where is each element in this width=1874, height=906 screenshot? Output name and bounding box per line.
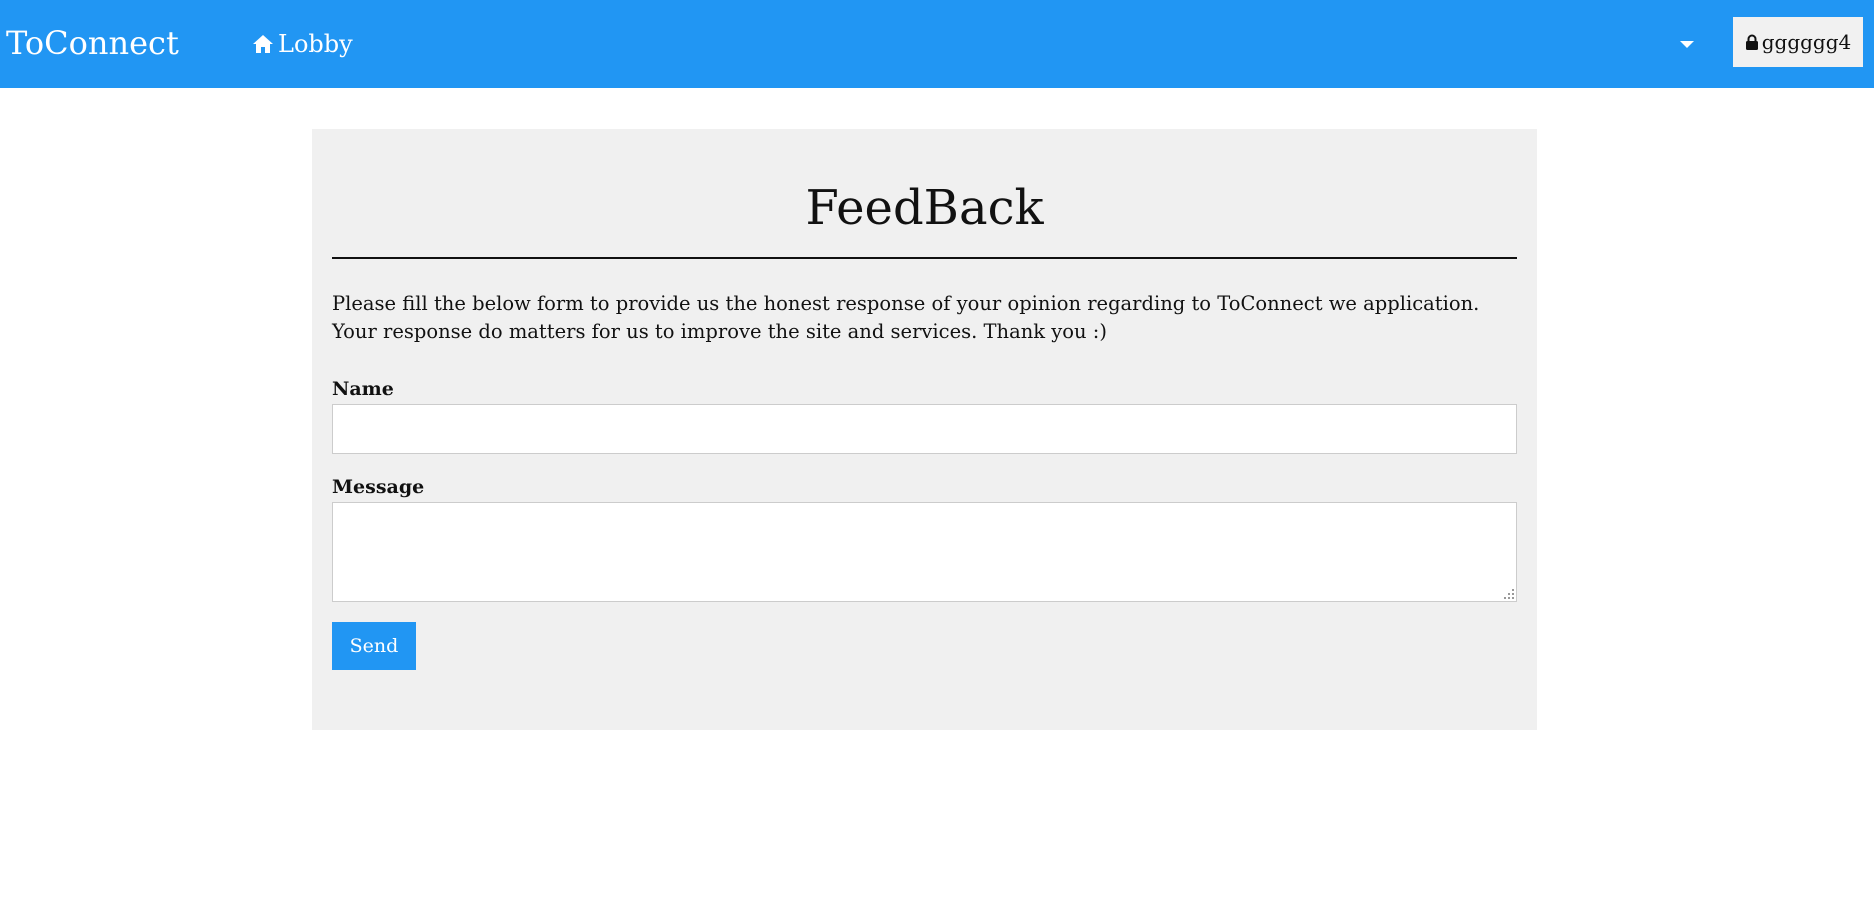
page-title: FeedBack [805, 180, 1044, 236]
brand-logo[interactable]: ToConnect [6, 21, 179, 65]
top-navbar: ToConnect Lobby gggggg4 [0, 0, 1874, 88]
user-account-label: gggggg4 [1761, 30, 1852, 54]
resize-handle-icon[interactable] [1503, 588, 1515, 600]
caret-down-icon [1680, 40, 1694, 48]
name-input[interactable] [332, 404, 1517, 454]
lock-icon [1745, 34, 1758, 50]
message-label: Message [332, 476, 425, 498]
nav-lobby-link[interactable]: Lobby [252, 26, 353, 62]
user-account-button[interactable]: gggggg4 [1733, 17, 1863, 67]
message-textarea[interactable] [332, 502, 1517, 602]
title-divider [332, 257, 1517, 259]
intro-text: Please fill the below form to provide us… [332, 292, 1480, 343]
nav-lobby-label: Lobby [278, 30, 353, 58]
name-label: Name [332, 378, 394, 400]
home-icon [253, 35, 273, 53]
dropdown-toggle[interactable] [1676, 30, 1698, 58]
feedback-card: FeedBack Please fill the below form to p… [312, 129, 1537, 730]
send-button[interactable]: Send [332, 622, 416, 670]
